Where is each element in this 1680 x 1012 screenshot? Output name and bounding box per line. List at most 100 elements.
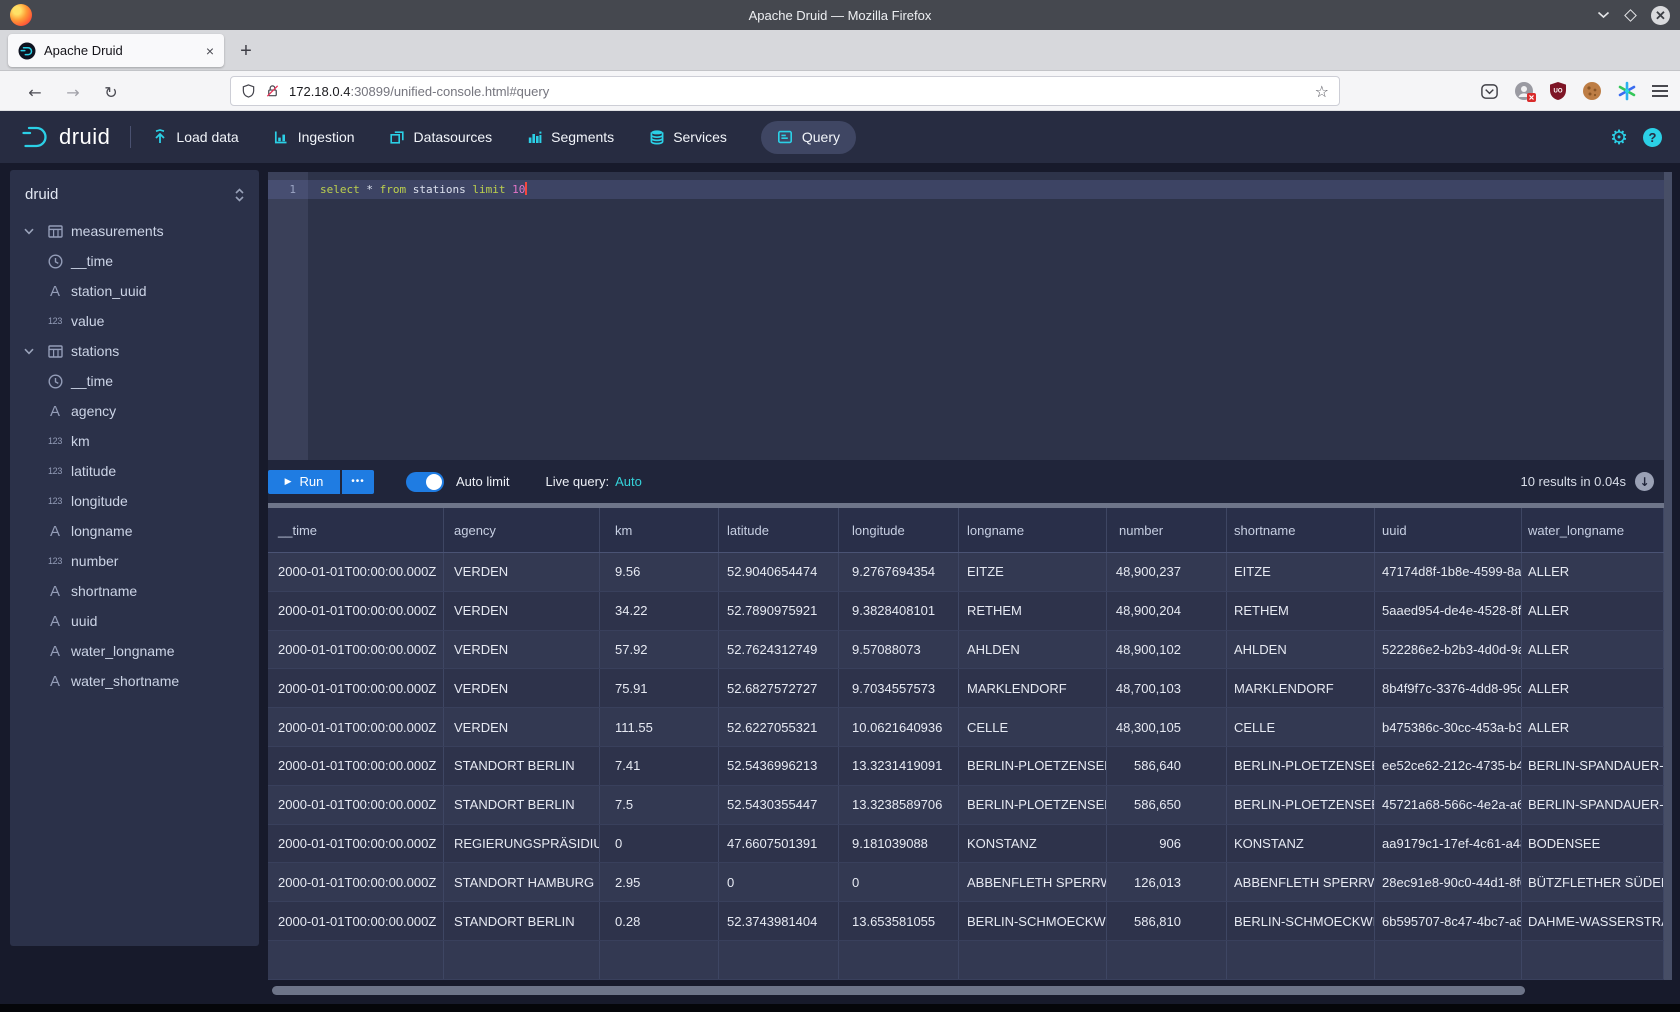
cell-number[interactable]: 48,900,102 (1107, 631, 1227, 669)
cell-number[interactable]: 586,640 (1107, 747, 1227, 785)
cell--time[interactable]: 2000-01-01T00:00:00.000Z (268, 902, 444, 940)
cell-longname[interactable] (959, 941, 1107, 979)
download-icon[interactable]: ↓ (1635, 472, 1654, 491)
vertical-scrollbar[interactable] (1664, 172, 1672, 980)
cell-uuid[interactable]: aa9179c1-17ef-4c61-a48 (1375, 825, 1522, 863)
cell-latitude[interactable]: 52.5430355447 (719, 786, 839, 824)
tree-column-shortname[interactable]: Ashortname (10, 576, 259, 606)
cell-longitude[interactable]: 9.2767694354 (839, 553, 959, 591)
cell-uuid[interactable]: 522286e2-b2b3-4d0d-9a (1375, 631, 1522, 669)
cell-latitude[interactable]: 0 (719, 863, 839, 901)
run-button[interactable]: ▶ Run (268, 470, 340, 494)
cell-longitude[interactable]: 9.3828408101 (839, 592, 959, 630)
cell-water-longname[interactable]: ALLER (1522, 553, 1664, 591)
druid-logo[interactable]: druid (0, 122, 110, 152)
cell-longname[interactable]: AHLDEN (959, 631, 1107, 669)
nav-item-query[interactable]: Query (761, 121, 856, 154)
cell-shortname[interactable]: CELLE (1227, 708, 1375, 746)
cell-shortname[interactable]: AHLDEN (1227, 631, 1375, 669)
cell-latitude[interactable]: 52.5436996213 (719, 747, 839, 785)
cell-uuid[interactable] (1375, 941, 1522, 979)
tree-column-longitude[interactable]: 123longitude (10, 486, 259, 516)
cell-km[interactable]: 0.28 (600, 902, 719, 940)
tree-column-water-shortname[interactable]: Awater_shortname (10, 666, 259, 696)
cell-latitude[interactable]: 52.6227055321 (719, 708, 839, 746)
settings-gear-icon[interactable]: ⚙ (1610, 127, 1628, 147)
cell-latitude[interactable]: 52.7624312749 (719, 631, 839, 669)
live-query-value[interactable]: Auto (615, 474, 642, 489)
cell-uuid[interactable]: 8b4f9f7c-3376-4dd8-95c (1375, 669, 1522, 707)
cell-km[interactable]: 75.91 (600, 669, 719, 707)
cell-agency[interactable] (444, 941, 600, 979)
cell-uuid[interactable]: 28ec91e8-90c0-44d1-8f0 (1375, 863, 1522, 901)
cell-number[interactable]: 48,900,204 (1107, 592, 1227, 630)
cell-number[interactable]: 586,810 (1107, 902, 1227, 940)
cell-longitude[interactable]: 9.57088073 (839, 631, 959, 669)
column-header-shortname[interactable]: shortname (1227, 508, 1375, 552)
cell--time[interactable]: 2000-01-01T00:00:00.000Z (268, 592, 444, 630)
chevron-down-icon[interactable] (24, 228, 34, 235)
cell-number[interactable] (1107, 941, 1227, 979)
menu-icon[interactable] (1652, 82, 1668, 100)
cell-number[interactable]: 48,300,105 (1107, 708, 1227, 746)
shield-icon[interactable] (241, 83, 256, 99)
cell-water-longname[interactable] (1522, 941, 1664, 979)
window-minimize-icon[interactable] (1597, 11, 1610, 19)
cell-uuid[interactable]: 6b595707-8c47-4bc7-a8 (1375, 902, 1522, 940)
cell-water-longname[interactable]: ALLER (1522, 669, 1664, 707)
cell-longname[interactable]: BERLIN-PLOETZENSEE C (959, 747, 1107, 785)
tree-column-value[interactable]: 123value (10, 306, 259, 336)
chevron-down-icon[interactable] (24, 348, 34, 355)
cell-water-longname[interactable]: BERLIN-SPANDAUER-S (1522, 747, 1664, 785)
cell-agency[interactable]: VERDEN (444, 553, 600, 591)
cell-shortname[interactable]: ABBENFLETH SPERRWEI (1227, 863, 1375, 901)
cell-agency[interactable]: STANDORT BERLIN (444, 786, 600, 824)
cell-agency[interactable]: VERDEN (444, 708, 600, 746)
window-maximize-icon[interactable] (1624, 9, 1637, 22)
tree-column-station-uuid[interactable]: Astation_uuid (10, 276, 259, 306)
cell-shortname[interactable]: MARKLENDORF (1227, 669, 1375, 707)
cell--time[interactable] (268, 941, 444, 979)
cell-number[interactable]: 48,700,103 (1107, 669, 1227, 707)
cell-latitude[interactable]: 52.9040654474 (719, 553, 839, 591)
cell-longitude[interactable]: 10.0621640936 (839, 708, 959, 746)
column-header-uuid[interactable]: uuid (1375, 508, 1522, 552)
cell-agency[interactable]: STANDORT BERLIN (444, 747, 600, 785)
nav-item-services[interactable]: Services (648, 129, 727, 146)
cell-agency[interactable]: VERDEN (444, 631, 600, 669)
cell-longitude[interactable]: 9.181039088 (839, 825, 959, 863)
bookmark-star-icon[interactable]: ☆ (1315, 82, 1329, 101)
cell-km[interactable] (600, 941, 719, 979)
cell-longname[interactable]: BERLIN-PLOETZENSEE U (959, 786, 1107, 824)
cell--time[interactable]: 2000-01-01T00:00:00.000Z (268, 747, 444, 785)
cell-agency[interactable]: REGIERUNGSPRÄSIDIUM (444, 825, 600, 863)
query-editor[interactable]: 1 select * from stations limit 10 (268, 172, 1664, 460)
cell-shortname[interactable]: EITZE (1227, 553, 1375, 591)
cell-longitude[interactable] (839, 941, 959, 979)
cell-km[interactable]: 57.92 (600, 631, 719, 669)
tree-table-stations[interactable]: stations (10, 336, 259, 366)
cell-km[interactable]: 2.95 (600, 863, 719, 901)
cell--time[interactable]: 2000-01-01T00:00:00.000Z (268, 631, 444, 669)
cookie-icon[interactable] (1582, 81, 1602, 101)
cell-water-longname[interactable]: ALLER (1522, 592, 1664, 630)
cell-latitude[interactable]: 52.3743981404 (719, 902, 839, 940)
cell-water-longname[interactable]: DAHME-WASSERSTRAS (1522, 902, 1664, 940)
cell-longitude[interactable]: 9.7034557573 (839, 669, 959, 707)
cell-longitude[interactable]: 13.3238589706 (839, 786, 959, 824)
cell-agency[interactable]: VERDEN (444, 592, 600, 630)
cell--time[interactable]: 2000-01-01T00:00:00.000Z (268, 669, 444, 707)
cell--time[interactable]: 2000-01-01T00:00:00.000Z (268, 553, 444, 591)
sort-icon[interactable] (234, 188, 245, 202)
run-more-button[interactable]: ••• (342, 470, 374, 494)
cell-number[interactable]: 48,900,237 (1107, 553, 1227, 591)
tree-column-water-longname[interactable]: Awater_longname (10, 636, 259, 666)
cell-water-longname[interactable]: BERLIN-SPANDAUER-S (1522, 786, 1664, 824)
tree-column--time[interactable]: __time (10, 366, 259, 396)
tree-column--time[interactable]: __time (10, 246, 259, 276)
help-icon[interactable]: ? (1643, 128, 1662, 147)
url-bar[interactable]: 172.18.0.4:30899/unified-console.html#qu… (230, 76, 1340, 106)
back-button[interactable]: ← (22, 79, 48, 105)
column-header-longitude[interactable]: longitude (839, 508, 959, 552)
cell-agency[interactable]: STANDORT HAMBURG (444, 863, 600, 901)
